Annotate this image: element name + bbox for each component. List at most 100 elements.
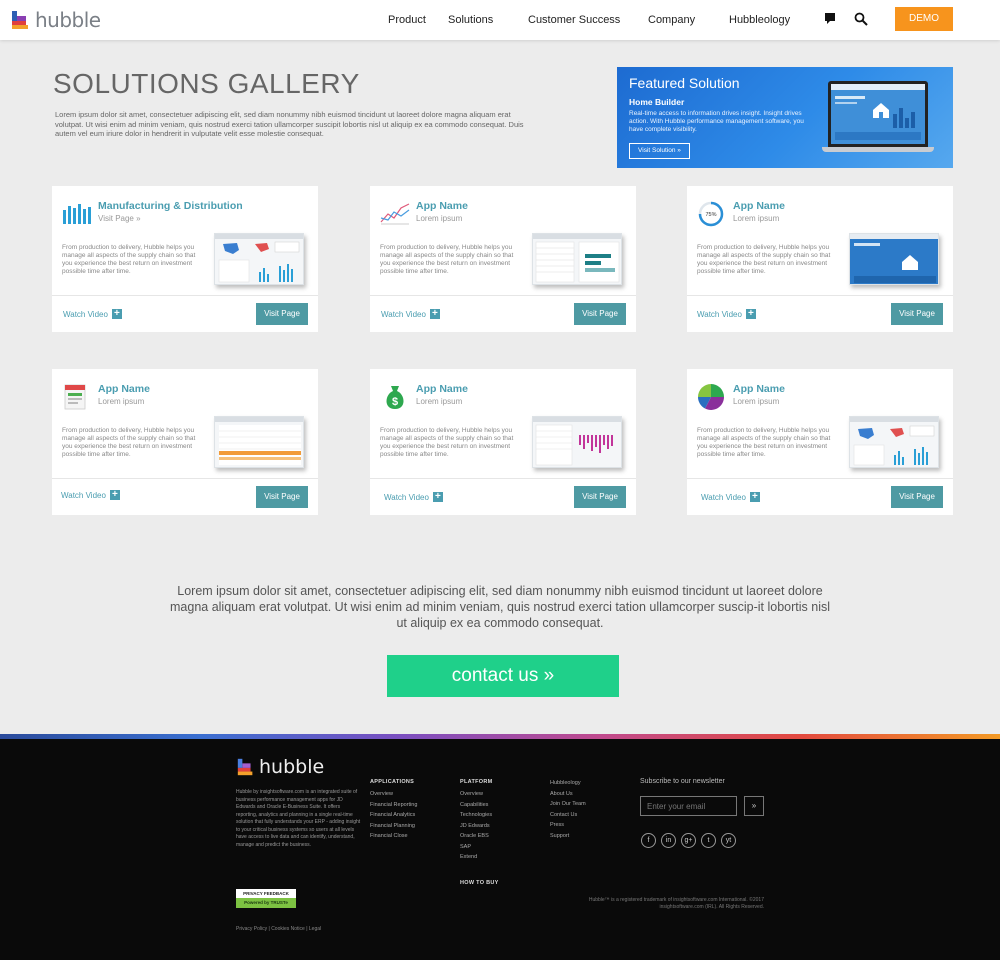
card-subtitle: Lorem ipsum — [416, 397, 463, 406]
linkedin-icon[interactable]: in — [661, 833, 676, 848]
truste-top-label: PRIVACY FEEDBACK — [236, 889, 296, 898]
watch-video-link[interactable]: Watch Video + — [701, 492, 760, 502]
card-description: From production to delivery, Hubble help… — [697, 244, 831, 275]
chat-icon[interactable] — [824, 12, 840, 28]
hubble-logo[interactable]: hubble — [10, 7, 101, 33]
subscribe-button[interactable]: » — [744, 796, 764, 816]
featured-description: Real-time access to information drives i… — [629, 110, 804, 133]
contact-us-button[interactable]: contact us » — [387, 655, 619, 697]
legal-links[interactable]: Privacy Policy | Cookies Notice | Legal — [236, 926, 321, 932]
nav-product[interactable]: Product — [388, 0, 426, 40]
twitter-icon[interactable]: t — [701, 833, 716, 848]
solution-card: App Name Lorem ipsum From production to … — [370, 186, 636, 332]
plus-icon: + — [745, 309, 756, 319]
visit-page-button[interactable]: Visit Page — [891, 486, 943, 508]
email-field[interactable] — [640, 796, 737, 816]
footer-link[interactable]: Hubbleology — [550, 778, 586, 789]
watch-video-label: Watch Video — [701, 492, 746, 502]
google-plus-icon[interactable]: g+ — [681, 833, 696, 848]
newsletter-label: Subscribe to our newsletter — [640, 778, 725, 785]
card-screenshot-image — [849, 233, 939, 285]
intro-text: Lorem ipsum dolor sit amet, consectetuer… — [55, 110, 524, 138]
top-navbar: hubble Product Solutions Customer Succes… — [0, 0, 1000, 40]
footer-link[interactable]: Capabilities — [460, 800, 492, 811]
facebook-icon[interactable]: f — [641, 833, 656, 848]
solution-card: Manufacturing & Distribution Visit Page … — [52, 186, 318, 332]
card-screenshot-image — [849, 416, 939, 468]
footer-link[interactable]: Financial Analytics — [370, 810, 417, 821]
footer-link[interactable]: Press — [550, 820, 586, 831]
pie-chart-icon — [697, 383, 727, 411]
footer-link[interactable]: SAP — [460, 842, 492, 853]
plus-icon: + — [111, 309, 122, 319]
card-visit-link[interactable]: Visit Page » — [98, 214, 141, 223]
card-divider — [687, 295, 953, 296]
visit-page-button[interactable]: Visit Page — [256, 303, 308, 325]
truste-privacy-badge[interactable]: PRIVACY FEEDBACK Powered by TRUSTe — [236, 889, 296, 909]
visit-solution-button[interactable]: Visit Solution » — [629, 143, 690, 159]
footer-link[interactable]: About Us — [550, 789, 586, 800]
nav-solutions[interactable]: Solutions — [448, 0, 493, 40]
footer-link[interactable]: JD Edwards — [460, 821, 492, 832]
footer-link[interactable]: Financial Close — [370, 831, 417, 842]
card-divider — [687, 478, 953, 479]
page-title: SOLUTIONS GALLERY — [53, 68, 360, 99]
watch-video-link[interactable]: Watch Video + — [697, 309, 756, 319]
card-divider — [370, 478, 636, 479]
cta-text: Lorem ipsum dolor sit amet, consectetuer… — [170, 584, 830, 630]
visit-page-button[interactable]: Visit Page — [574, 486, 626, 508]
applications-heading: APPLICATIONS — [370, 779, 415, 785]
footer-link[interactable]: Technologies — [460, 810, 492, 821]
watch-video-label: Watch Video — [384, 492, 429, 502]
footer-link[interactable]: Oracle EBS — [460, 831, 492, 842]
watch-video-link[interactable]: Watch Video + — [61, 490, 120, 500]
visit-page-button[interactable]: Visit Page — [574, 303, 626, 325]
card-description: From production to delivery, Hubble help… — [380, 244, 514, 275]
search-icon[interactable] — [854, 12, 870, 28]
nav-company[interactable]: Company — [648, 0, 695, 40]
footer-logo-text: hubble — [259, 756, 325, 778]
watch-video-link[interactable]: Watch Video + — [63, 309, 122, 319]
footer-link[interactable]: Extend — [460, 852, 492, 863]
card-divider — [52, 478, 318, 479]
demo-button[interactable]: DEMO — [895, 7, 953, 31]
visit-page-button[interactable]: Visit Page — [891, 303, 943, 325]
footer-link[interactable]: Join Our Team — [550, 799, 586, 810]
plus-icon: + — [429, 309, 440, 319]
footer-link[interactable]: Overview — [370, 789, 417, 800]
footer-link[interactable]: Financial Reporting — [370, 800, 417, 811]
solution-card: $ App Name Lorem ipsum From production t… — [370, 369, 636, 515]
footer-link[interactable]: Financial Planning — [370, 821, 417, 832]
nav-hubbleology[interactable]: Hubbleology — [729, 0, 790, 40]
money-bag-icon: $ — [380, 383, 410, 411]
hubble-logo-mark-icon — [237, 758, 253, 776]
card-divider — [52, 295, 318, 296]
solution-card: 75% App Name Lorem ipsum From production… — [687, 186, 953, 332]
card-subtitle: Lorem ipsum — [733, 214, 780, 223]
gauge-icon: 75% — [697, 200, 727, 228]
watch-video-link[interactable]: Watch Video + — [384, 492, 443, 502]
watch-video-link[interactable]: Watch Video + — [381, 309, 440, 319]
footer-link[interactable]: Overview — [460, 789, 492, 800]
card-screenshot-image — [214, 233, 304, 285]
footer-link[interactable]: Contact Us — [550, 810, 586, 821]
youtube-icon[interactable]: yt — [721, 833, 736, 848]
applications-list: Overview Financial Reporting Financial A… — [370, 789, 417, 842]
card-title: Manufacturing & Distribution — [98, 200, 243, 212]
card-subtitle: Lorem ipsum — [416, 214, 463, 223]
company-links-list: Hubbleology About Us Join Our Team Conta… — [550, 778, 586, 841]
footer-link[interactable]: Support — [550, 831, 586, 842]
card-subtitle: Lorem ipsum — [98, 397, 145, 406]
card-divider — [370, 295, 636, 296]
solution-card: App Name Lorem ipsum From production to … — [52, 369, 318, 515]
platform-list: Overview Capabilities Technologies JD Ed… — [460, 789, 492, 863]
footer-logo[interactable]: hubble — [236, 756, 324, 778]
nav-customer-success[interactable]: Customer Success — [528, 0, 620, 40]
logo-text: hubble — [35, 8, 101, 32]
visit-page-button[interactable]: Visit Page — [256, 486, 308, 508]
how-to-buy-link[interactable]: HOW TO BUY — [460, 880, 499, 886]
card-screenshot-image — [532, 416, 622, 468]
hubble-logo-mark-icon — [10, 9, 32, 31]
bar-chart-icon — [62, 200, 92, 228]
watch-video-label: Watch Video — [381, 309, 426, 319]
